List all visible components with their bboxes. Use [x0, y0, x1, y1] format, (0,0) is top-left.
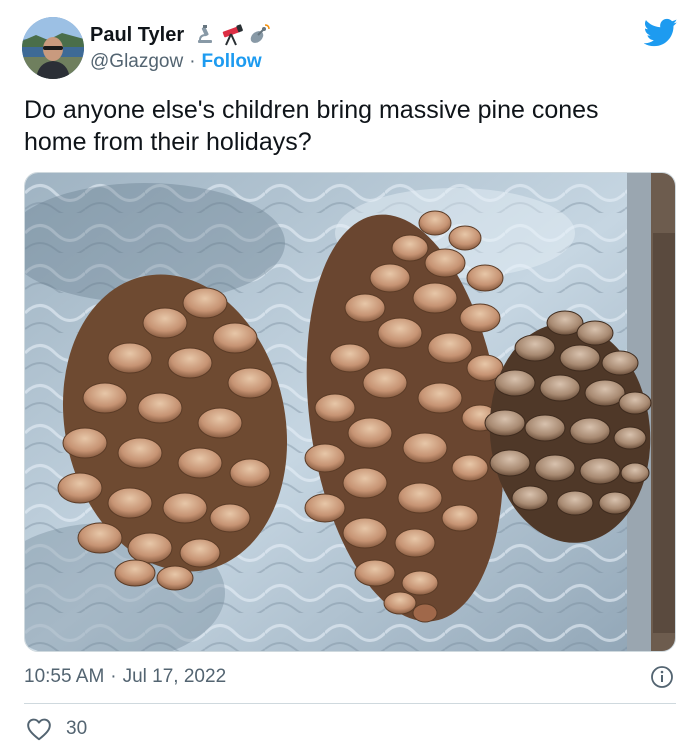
follow-link[interactable]: Follow: [202, 51, 262, 73]
likes-row[interactable]: 30: [26, 716, 87, 742]
name-emojis: [194, 24, 270, 46]
satellite-icon: [250, 24, 270, 43]
telescope-icon: [222, 24, 244, 46]
handle-separator: ·: [189, 51, 196, 72]
author-name-row: Paul Tyler: [90, 22, 270, 48]
heart-icon[interactable]: [26, 717, 52, 741]
tweet-card: Paul Tyler @Glazgow · Follow Do anyone e…: [0, 0, 700, 755]
tweet-date[interactable]: Jul 17, 2022: [123, 666, 227, 688]
divider: [24, 703, 676, 704]
timestamp-row: 10:55 AM · Jul 17, 2022: [24, 664, 226, 690]
avatar[interactable]: [22, 17, 84, 79]
author-display-name[interactable]: Paul Tyler: [90, 24, 184, 47]
author-handle[interactable]: @Glazgow: [90, 51, 183, 73]
tweet-time[interactable]: 10:55 AM: [24, 666, 104, 688]
tweet-photo[interactable]: [24, 172, 676, 652]
microscope-icon: [198, 25, 213, 43]
tweet-text: Do anyone else's children bring massive …: [24, 96, 599, 156]
timestamp-separator: ·: [110, 666, 117, 687]
info-icon[interactable]: [650, 665, 674, 689]
twitter-bird-icon[interactable]: [644, 18, 678, 48]
like-count: 30: [66, 718, 88, 739]
author-handle-row: @Glazgow · Follow: [90, 50, 262, 74]
